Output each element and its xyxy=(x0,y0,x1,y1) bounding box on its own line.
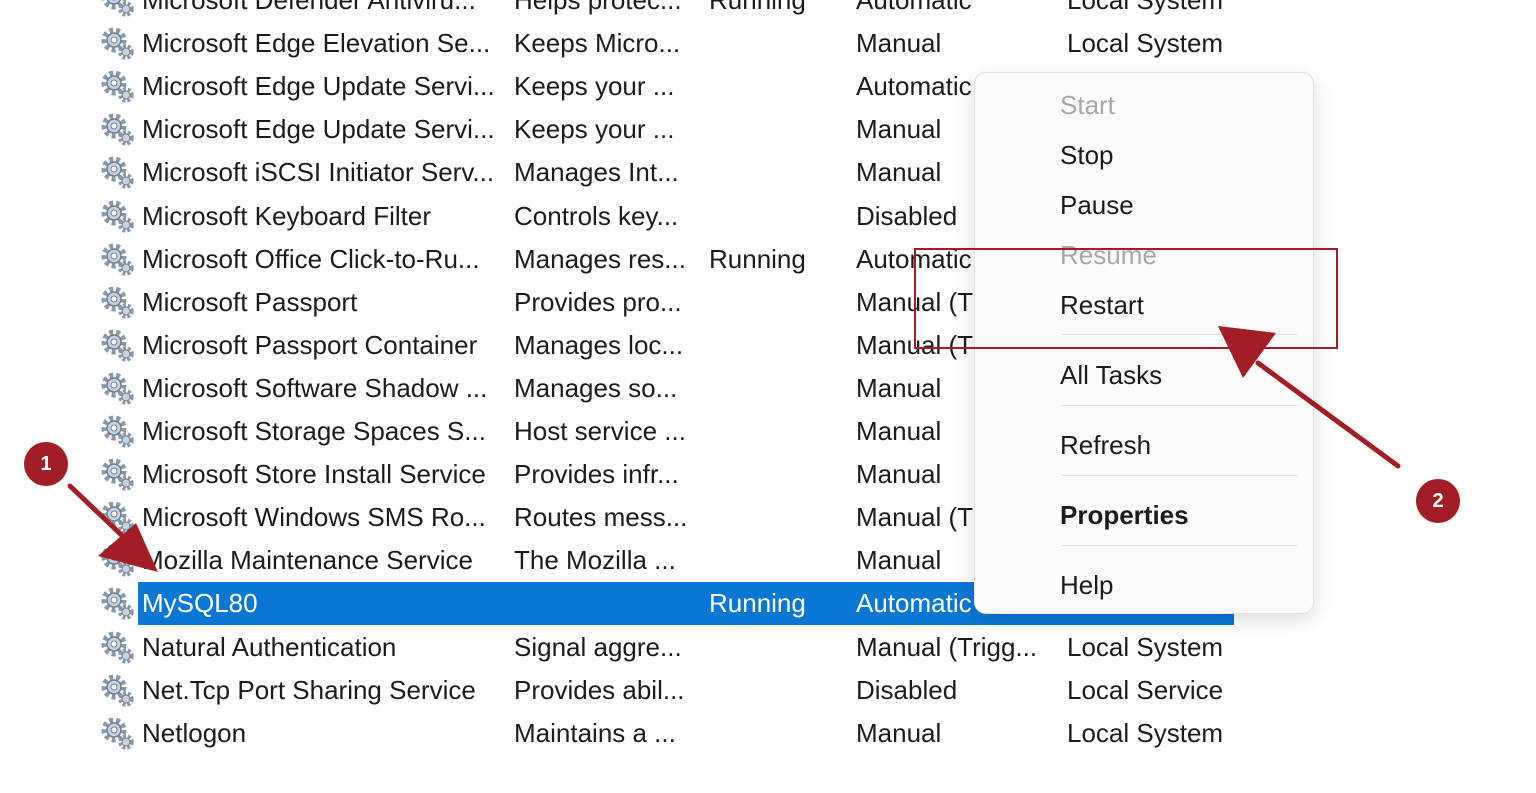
step-badge-2: 2 xyxy=(1416,479,1460,523)
gear-service-icon xyxy=(101,329,134,362)
gear-service-icon xyxy=(101,372,134,405)
service-status: Running xyxy=(709,588,806,619)
service-row[interactable]: Netlogon Maintains a ... Manual Local Sy… xyxy=(96,712,1236,755)
menu-item-start: Start xyxy=(1060,90,1115,120)
gear-service-icon xyxy=(101,631,134,664)
menu-item-refresh[interactable]: Refresh xyxy=(1060,425,1151,465)
service-status: Running xyxy=(709,0,806,15)
gear-service-icon xyxy=(101,286,134,319)
gear-service-icon xyxy=(101,243,134,276)
service-name: Microsoft Keyboard Filter xyxy=(142,200,431,231)
step-badge-1: 1 xyxy=(24,442,68,486)
menu-item-properties[interactable]: Properties xyxy=(1060,495,1189,535)
gear-service-icon xyxy=(101,156,134,190)
gear-service-icon xyxy=(101,587,134,621)
service-name: Microsoft Edge Update Servi... xyxy=(142,71,495,102)
service-description: Provides infr... xyxy=(514,459,679,490)
context-menu: Start Stop Pause Resume Restart All Task… xyxy=(974,72,1314,614)
menu-item-all-tasks[interactable]: All Tasks xyxy=(1060,355,1162,395)
service-description: Controls key... xyxy=(514,200,679,231)
menu-separator xyxy=(1061,545,1297,546)
service-description: Manages loc... xyxy=(514,329,684,360)
service-name: MySQL80 xyxy=(142,588,258,619)
service-description: Keeps your ... xyxy=(514,114,675,145)
menu-item-pause[interactable]: Pause xyxy=(1060,185,1134,225)
service-name: Net.Tcp Port Sharing Service xyxy=(142,674,476,705)
service-startup-type: Manual xyxy=(856,717,942,748)
service-startup-type: Manual xyxy=(856,28,942,59)
service-name: Netlogon xyxy=(142,717,247,748)
gear-service-icon xyxy=(101,415,134,448)
service-description: Host service ... xyxy=(514,416,686,446)
service-name: Natural Authentication xyxy=(142,631,397,662)
service-startup-type: Manual (Trigg... xyxy=(856,631,1038,662)
service-description: Signal aggre... xyxy=(514,631,682,662)
service-description: The Mozilla ... xyxy=(514,545,676,576)
menu-item-stop[interactable]: Stop xyxy=(1060,135,1114,175)
gear-service-icon xyxy=(101,501,134,534)
gear-service-icon xyxy=(101,113,134,147)
service-description: Routes mess... xyxy=(514,502,688,533)
service-description: Manages so... xyxy=(514,372,678,403)
service-description: Provides abil... xyxy=(514,674,685,705)
service-name: Mozilla Maintenance Service xyxy=(142,545,473,576)
service-description: Provides pro... xyxy=(514,286,682,317)
menu-separator xyxy=(1061,475,1297,476)
service-description: Keeps your ... xyxy=(514,71,675,102)
menu-item-restart[interactable]: Restart xyxy=(1060,285,1144,325)
service-startup-type: Disabled xyxy=(856,674,958,705)
service-description: Keeps Micro... xyxy=(514,28,681,59)
service-name: Microsoft Software Shadow ... xyxy=(142,372,488,403)
service-row[interactable]: Microsoft Defender Antiviru... Helps pro… xyxy=(96,0,1236,22)
menu-separator xyxy=(1061,405,1297,406)
service-log-on-as: Local System xyxy=(1067,28,1224,59)
service-row[interactable]: Microsoft Edge Elevation Se... Keeps Mic… xyxy=(96,22,1236,65)
gear-service-icon xyxy=(101,70,134,103)
menu-separator xyxy=(1061,334,1297,335)
service-row[interactable]: Natural Authentication Signal aggre... M… xyxy=(96,626,1236,669)
service-name: Microsoft Office Click-to-Ru... xyxy=(142,243,480,274)
service-name: Microsoft iSCSI Initiator Serv... xyxy=(142,157,495,188)
service-description: Maintains a ... xyxy=(514,717,676,748)
gear-service-icon xyxy=(101,200,134,233)
service-status: Running xyxy=(709,243,806,274)
gear-service-icon xyxy=(101,27,134,60)
service-log-on-as: Local Service xyxy=(1067,674,1224,705)
service-description: Manages res... xyxy=(514,243,686,274)
service-name: Microsoft Passport Container xyxy=(142,329,478,360)
gear-service-icon xyxy=(101,458,134,491)
service-log-on-as: Local System xyxy=(1067,717,1224,748)
service-name: Microsoft Storage Spaces S... xyxy=(142,416,486,446)
gear-service-icon xyxy=(101,0,134,17)
service-log-on-as: Local System xyxy=(1067,631,1224,662)
menu-item-help[interactable]: Help xyxy=(1060,565,1113,605)
service-name: Microsoft Defender Antiviru... xyxy=(142,0,476,15)
service-name: Microsoft Store Install Service xyxy=(142,459,486,490)
service-startup-type: Automatic xyxy=(856,0,972,15)
service-name: Microsoft Edge Update Servi... xyxy=(142,114,495,145)
gear-service-icon xyxy=(101,717,134,750)
service-name: Microsoft Passport xyxy=(142,286,358,317)
gear-service-icon xyxy=(101,674,134,707)
gear-service-icon xyxy=(101,544,134,578)
service-row[interactable]: Net.Tcp Port Sharing Service Provides ab… xyxy=(96,669,1236,712)
service-name: Microsoft Edge Elevation Se... xyxy=(142,28,491,59)
service-description: Manages Int... xyxy=(514,157,679,188)
service-log-on-as: Local System xyxy=(1067,0,1224,15)
service-name: Microsoft Windows SMS Ro... xyxy=(142,502,486,533)
service-description: Helps protec... xyxy=(514,0,682,15)
menu-item-resume: Resume xyxy=(1060,240,1157,270)
